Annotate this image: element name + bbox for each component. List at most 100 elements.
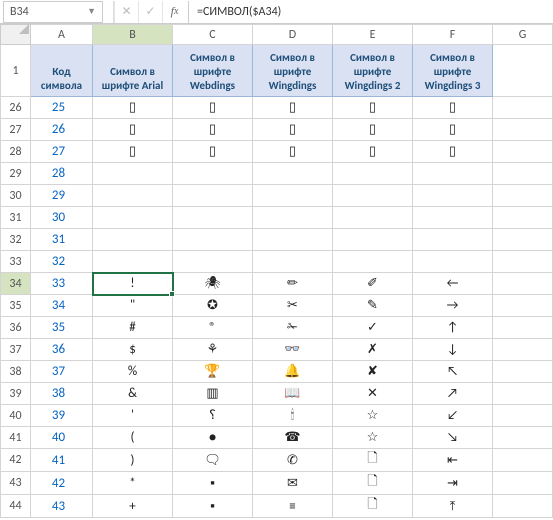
cell-B31[interactable] xyxy=(93,207,173,229)
cell-E43[interactable]: 🗋 xyxy=(333,472,413,495)
fill-handle[interactable] xyxy=(169,291,175,297)
cell-E42[interactable]: 🗋 xyxy=(333,449,413,472)
header-cell-E[interactable]: Символ в шрифте Wingdings 2 xyxy=(333,45,413,97)
cell-G27[interactable] xyxy=(493,119,553,141)
header-cell-F[interactable]: Символ в шрифте Wingdings 3 xyxy=(413,45,493,97)
row-header-28[interactable]: 28 xyxy=(1,141,31,163)
row-header-32[interactable]: 32 xyxy=(1,229,31,251)
row-header-39[interactable]: 39 xyxy=(1,383,31,405)
cell-C34[interactable]: 🕷 xyxy=(173,273,253,295)
cell-D41[interactable]: ☎ xyxy=(253,427,333,449)
cell-D33[interactable] xyxy=(253,251,333,273)
cell-B42[interactable]: ) xyxy=(93,449,173,472)
cell-A39[interactable]: 38 xyxy=(31,383,93,405)
col-header-B[interactable]: B xyxy=(93,25,173,45)
cell-D31[interactable] xyxy=(253,207,333,229)
cancel-button[interactable]: ✕ xyxy=(114,1,138,23)
cell-B40[interactable]: ' xyxy=(93,405,173,427)
cell-B26[interactable]: ▯ xyxy=(93,97,173,119)
cell-A43[interactable]: 42 xyxy=(31,472,93,495)
cell-B36[interactable]: # xyxy=(93,317,173,339)
cell-B28[interactable]: ▯ xyxy=(93,141,173,163)
col-header-G[interactable]: G xyxy=(493,25,553,45)
header-cell-D[interactable]: Символ в шрифте Wingdings xyxy=(253,45,333,97)
cell-C35[interactable]: ✪ xyxy=(173,295,253,317)
cell-C40[interactable]: ⸮ xyxy=(173,405,253,427)
cell-G30[interactable] xyxy=(493,185,553,207)
row-header-38[interactable]: 38 xyxy=(1,361,31,383)
row-header-42[interactable]: 42 xyxy=(1,449,31,472)
cell-F29[interactable] xyxy=(413,163,493,185)
cell-C42[interactable]: 🗨 xyxy=(173,449,253,472)
cell-G39[interactable] xyxy=(493,383,553,405)
cell-G31[interactable] xyxy=(493,207,553,229)
header-cell-C[interactable]: Символ в шрифте Webdings xyxy=(173,45,253,97)
cell-A42[interactable]: 41 xyxy=(31,449,93,472)
header-cell-B[interactable]: Символ в шрифте Arial xyxy=(93,45,173,97)
cell-C27[interactable]: ▯ xyxy=(173,119,253,141)
cell-B34[interactable]: ! xyxy=(93,273,173,295)
cell-C44[interactable]: ▪ xyxy=(173,495,253,518)
row-header-34[interactable]: 34 xyxy=(1,273,31,295)
cell-D38[interactable]: 🔔 xyxy=(253,361,333,383)
cell-B27[interactable]: ▯ xyxy=(93,119,173,141)
cell-E31[interactable] xyxy=(333,207,413,229)
cell-E26[interactable]: ▯ xyxy=(333,97,413,119)
row-header-26[interactable]: 26 xyxy=(1,97,31,119)
cell-D28[interactable]: ▯ xyxy=(253,141,333,163)
cell-A36[interactable]: 35 xyxy=(31,317,93,339)
cell-E41[interactable]: ☆ xyxy=(333,427,413,449)
cell-B30[interactable] xyxy=(93,185,173,207)
cell-E33[interactable] xyxy=(333,251,413,273)
cell-A29[interactable]: 28 xyxy=(31,163,93,185)
cell-B37[interactable]: $ xyxy=(93,339,173,361)
row-header-1[interactable]: 1 xyxy=(1,45,31,97)
cell-C43[interactable]: ▪ xyxy=(173,472,253,495)
col-header-A[interactable]: A xyxy=(31,25,93,45)
cell-D40[interactable]: 🕯 xyxy=(253,405,333,427)
cell-G35[interactable] xyxy=(493,295,553,317)
cell-D30[interactable] xyxy=(253,185,333,207)
row-header-36[interactable]: 36 xyxy=(1,317,31,339)
cell-E39[interactable]: ✕ xyxy=(333,383,413,405)
cell-E38[interactable]: ✘ xyxy=(333,361,413,383)
cell-D37[interactable]: 👓 xyxy=(253,339,333,361)
name-box-dropdown-icon[interactable]: ▼ xyxy=(83,6,96,17)
cell-A28[interactable]: 27 xyxy=(31,141,93,163)
cell-C38[interactable]: 🏆 xyxy=(173,361,253,383)
cell-B41[interactable]: ( xyxy=(93,427,173,449)
row-header-31[interactable]: 31 xyxy=(1,207,31,229)
cell-A31[interactable]: 30 xyxy=(31,207,93,229)
header-cell-G[interactable] xyxy=(493,45,553,97)
cell-F38[interactable]: ↖ xyxy=(413,361,493,383)
cell-A44[interactable]: 43 xyxy=(31,495,93,518)
cell-G33[interactable] xyxy=(493,251,553,273)
cell-F34[interactable]: ← xyxy=(413,273,493,295)
cell-E30[interactable] xyxy=(333,185,413,207)
cell-C41[interactable]: ● xyxy=(173,427,253,449)
cell-F26[interactable]: ▯ xyxy=(413,97,493,119)
cell-C31[interactable] xyxy=(173,207,253,229)
cell-C33[interactable] xyxy=(173,251,253,273)
cell-E32[interactable] xyxy=(333,229,413,251)
cell-B35[interactable]: " xyxy=(93,295,173,317)
cell-G37[interactable] xyxy=(493,339,553,361)
cell-A30[interactable]: 29 xyxy=(31,185,93,207)
cell-D35[interactable]: ✂ xyxy=(253,295,333,317)
cell-E37[interactable]: ✗ xyxy=(333,339,413,361)
cell-C26[interactable]: ▯ xyxy=(173,97,253,119)
row-header-30[interactable]: 30 xyxy=(1,185,31,207)
cell-F35[interactable]: → xyxy=(413,295,493,317)
cell-F32[interactable] xyxy=(413,229,493,251)
cell-B33[interactable] xyxy=(93,251,173,273)
spreadsheet-grid[interactable]: ABCDEFG 1Код символаСимвол в шрифте Aria… xyxy=(0,24,553,518)
cell-F40[interactable]: ↙ xyxy=(413,405,493,427)
cell-G29[interactable] xyxy=(493,163,553,185)
cell-G41[interactable] xyxy=(493,427,553,449)
cell-F30[interactable] xyxy=(413,185,493,207)
fx-button[interactable]: fx xyxy=(162,1,186,23)
cell-D39[interactable]: 📖 xyxy=(253,383,333,405)
cell-D44[interactable]: ≡ xyxy=(253,495,333,518)
cell-G38[interactable] xyxy=(493,361,553,383)
row-header-41[interactable]: 41 xyxy=(1,427,31,449)
